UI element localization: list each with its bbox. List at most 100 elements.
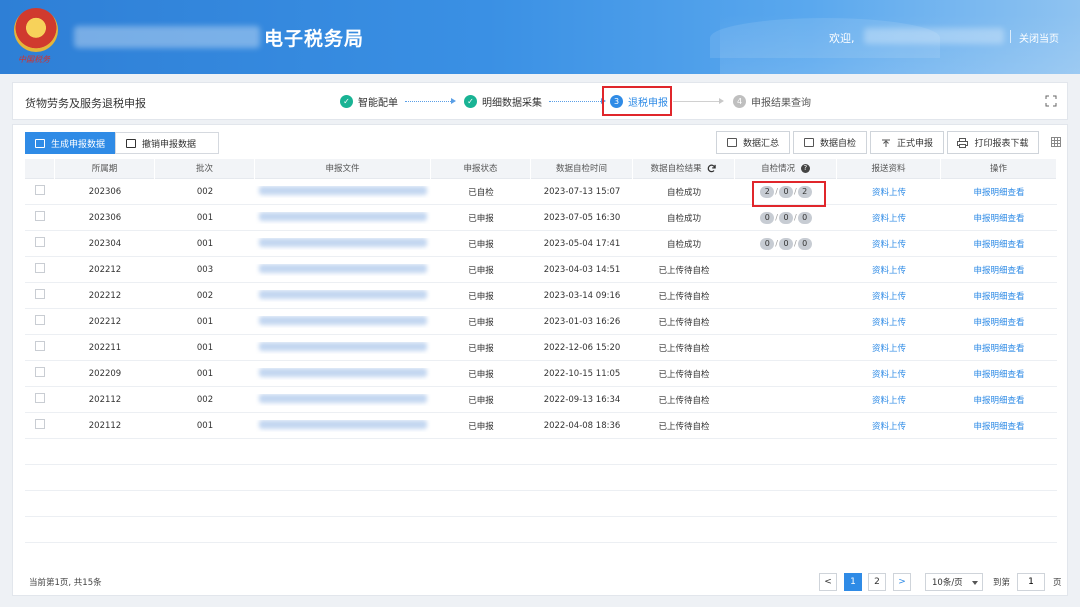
data-self-check-button[interactable]: 数据自检 (793, 131, 867, 154)
formal-declare-button[interactable]: 正式申报 (870, 131, 944, 154)
row-checkbox[interactable] (35, 185, 45, 195)
step-smart-match[interactable]: ✓ 智能配单 (340, 94, 398, 109)
check-result-cell: 已上传待自检 (658, 265, 710, 276)
row-checkbox[interactable] (35, 289, 45, 299)
view-detail-link[interactable]: 申报明细查看 (973, 188, 1024, 198)
tax-emblem-icon (14, 8, 58, 52)
upload-materials-link[interactable]: 资料上传 (872, 422, 906, 432)
table-row (25, 491, 1057, 517)
upload-materials-link[interactable]: 资料上传 (872, 188, 906, 198)
blurred-file-name[interactable] (259, 211, 427, 221)
upload-cell: 资料上传 (837, 186, 941, 198)
view-detail-link[interactable]: 申报明细查看 (973, 240, 1024, 250)
table-header: 所属期 批次 申报文件 申报状态 数据自检时间 数据自检结果 自检情况 ? 报送… (25, 158, 1057, 179)
count-separator: / (775, 212, 778, 222)
blurred-file-name[interactable] (259, 237, 427, 247)
main-panel: 生成申报数据 撤销申报数据 数据汇总 数据自检 正式申报 打印报表下载 所属期 (12, 124, 1068, 596)
count-pill[interactable]: 0 (797, 211, 812, 224)
view-detail-link[interactable]: 申报明细查看 (973, 266, 1024, 276)
row-checkbox[interactable] (35, 367, 45, 377)
count-pill[interactable]: 0 (779, 211, 793, 224)
period-cell: 202212 (88, 290, 122, 301)
period-cell: 202112 (88, 420, 122, 431)
step-connector (673, 101, 719, 102)
row-checkbox[interactable] (35, 263, 45, 273)
batch-cell: 001 (196, 342, 214, 353)
table-row: 202209 001 已申报 2022-10-15 11:05 已上传待自检 资料上传 申报… (25, 361, 1057, 387)
upload-materials-link[interactable]: 资料上传 (872, 370, 906, 380)
page-size-select[interactable]: 10条/页 (925, 573, 983, 591)
step-detail-collect[interactable]: ✓ 明细数据采集 (464, 94, 542, 109)
step-result-query[interactable]: 4 申报结果查询 (733, 94, 811, 109)
upload-materials-link[interactable]: 资料上传 (872, 292, 906, 302)
view-detail-link[interactable]: 申报明细查看 (973, 344, 1024, 354)
operation-cell: 申报明细查看 (941, 290, 1057, 302)
row-checkbox[interactable] (35, 315, 45, 325)
blurred-file-name[interactable] (259, 185, 427, 195)
view-detail-link[interactable]: 申报明细查看 (973, 214, 1024, 224)
table-row (25, 465, 1057, 491)
blurred-file-name[interactable] (259, 263, 427, 273)
blurred-file-name[interactable] (259, 315, 427, 325)
view-detail-link[interactable]: 申报明细查看 (973, 318, 1024, 328)
tab-generate-declaration[interactable]: 生成申报数据 (25, 132, 115, 154)
header-select (25, 158, 55, 179)
view-detail-link[interactable]: 申报明细查看 (973, 370, 1024, 380)
blurred-file-name[interactable] (259, 419, 427, 429)
blurred-file-name[interactable] (259, 367, 427, 377)
blurred-file-name[interactable] (259, 289, 427, 299)
header-check-status: 自检情况 ? (735, 158, 837, 179)
check-time-cell: 2023-05-04 17:41 (543, 238, 621, 249)
row-checkbox[interactable] (35, 211, 45, 221)
prev-page-button[interactable]: < (819, 573, 837, 591)
goto-page-input[interactable] (1017, 573, 1045, 591)
row-checkbox[interactable] (35, 419, 45, 429)
page-2-button[interactable]: 2 (868, 573, 886, 591)
upload-cell: 资料上传 (837, 420, 941, 432)
operation-cell: 申报明细查看 (941, 316, 1057, 328)
operation-cell: 申报明细查看 (941, 342, 1057, 354)
upload-materials-link[interactable]: 资料上传 (872, 240, 906, 250)
column-settings-icon[interactable] (1051, 137, 1061, 147)
header-file: 申报文件 (255, 158, 431, 179)
goto-label: 到第 (993, 578, 1011, 588)
upload-materials-link[interactable]: 资料上传 (872, 396, 906, 406)
upload-materials-link[interactable]: 资料上传 (872, 214, 906, 224)
blurred-file-name[interactable] (259, 341, 427, 351)
arrow-right-icon (719, 98, 724, 104)
row-checkbox[interactable] (35, 393, 45, 403)
file-cell (255, 263, 431, 276)
fullscreen-icon[interactable] (1045, 95, 1057, 107)
count-pill[interactable]: 0 (779, 237, 793, 250)
row-select-cell (25, 263, 55, 276)
step-connector (405, 101, 451, 102)
table-row: 202212 002 已申报 2023-03-14 09:16 已上传待自检 资料上传 申报… (25, 283, 1057, 309)
view-detail-link[interactable]: 申报明细查看 (973, 292, 1024, 302)
upload-cell: 资料上传 (837, 316, 941, 328)
page-1-button[interactable]: 1 (844, 573, 862, 591)
row-checkbox[interactable] (35, 237, 45, 247)
print-download-button[interactable]: 打印报表下载 (947, 131, 1039, 154)
refresh-icon[interactable] (707, 164, 717, 173)
check-status-cell: 0/0/0 (735, 237, 837, 250)
view-detail-link[interactable]: 申报明细查看 (973, 422, 1024, 432)
file-cell (255, 315, 431, 328)
tab-revoke-declaration[interactable]: 撤销申报数据 (115, 132, 219, 154)
status-cell: 已自检 (468, 187, 494, 198)
goto-suffix: 页 (1053, 578, 1062, 588)
help-icon[interactable]: ? (800, 163, 810, 173)
upload-materials-link[interactable]: 资料上传 (872, 318, 906, 328)
count-pill[interactable]: 0 (760, 211, 775, 224)
row-checkbox[interactable] (35, 341, 45, 351)
period-cell: 202306 (88, 212, 122, 223)
upload-materials-link[interactable]: 资料上传 (872, 266, 906, 276)
data-summary-button[interactable]: 数据汇总 (716, 131, 790, 154)
next-page-button[interactable]: > (893, 573, 911, 591)
arrow-right-icon (451, 98, 456, 104)
count-pill[interactable]: 0 (760, 237, 775, 250)
view-detail-link[interactable]: 申报明细查看 (973, 396, 1024, 406)
count-pill[interactable]: 0 (797, 237, 812, 250)
blurred-file-name[interactable] (259, 393, 427, 403)
upload-materials-link[interactable]: 资料上传 (872, 344, 906, 354)
close-page-link[interactable]: 关闭当页 (1019, 30, 1059, 45)
